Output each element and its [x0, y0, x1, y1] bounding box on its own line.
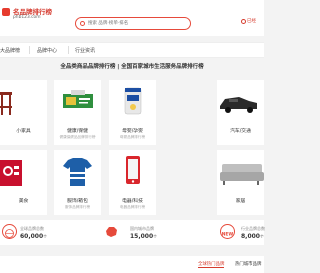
card-title: 母婴/孕婴: [122, 129, 143, 134]
stats-bar: 全球品牌总数 60,000个 国内城市品牌 15,000个 NEW 行业品牌总数…: [0, 220, 265, 245]
card-title: 服饰/箱包: [67, 199, 88, 204]
stat-value: 60,000个: [20, 233, 47, 240]
card-title: 家居: [235, 199, 246, 204]
card-subtitle: 服饰品牌排行榜: [64, 205, 91, 209]
card-title: 健康/保健: [67, 129, 88, 134]
card-title: 电器/科技: [122, 199, 143, 204]
stat-label: 全球品牌总数: [20, 226, 44, 231]
health-product-icon: [63, 90, 93, 108]
nav-item-brand-rank[interactable]: 大品牌榜: [0, 47, 20, 54]
category-card-auto[interactable]: 汽车/交通: [217, 80, 264, 145]
globe-icon: [2, 224, 17, 239]
food-brand-icon: [0, 160, 22, 186]
category-card-baby[interactable]: 母婴/孕婴 母婴品牌排行榜: [109, 80, 156, 145]
card-subtitle: 电器品牌排行榜: [119, 205, 146, 209]
search-input[interactable]: [88, 19, 178, 28]
category-card-furniture[interactable]: 小家具: [0, 80, 47, 145]
stat-value: 8,000个: [241, 233, 264, 240]
new-badge-icon: NEW: [220, 224, 235, 239]
nav-item-brand-center[interactable]: 品牌中心: [37, 47, 57, 54]
card-title: 汽车/交通: [230, 129, 251, 134]
nav-divider: [68, 46, 69, 54]
card-subtitle: 健康保健品品牌排行榜: [59, 135, 96, 139]
section-headline: 全品类商品品牌排行榜 | 全国百家城市生活服务品牌排行榜: [60, 64, 204, 70]
milk-powder-icon: [124, 87, 142, 115]
logo-icon[interactable]: [2, 8, 10, 16]
nav-item-news[interactable]: 行业资讯: [75, 47, 95, 54]
car-icon: [220, 97, 257, 113]
stat-label: 国内城市品牌: [130, 226, 154, 231]
sofa-icon: [220, 164, 264, 185]
card-subtitle: 母婴品牌排行榜: [119, 135, 146, 139]
chair-icon: [0, 92, 12, 115]
category-card-health[interactable]: 健康/保健 健康保健品品牌排行榜: [54, 80, 101, 145]
top-header: 名品牌排行榜 phb123.com 已经: [0, 0, 264, 36]
tab-global-brands[interactable]: 全球热门品牌: [198, 261, 225, 268]
logo-url: phb123.com: [13, 15, 41, 20]
card-title: 美食: [18, 199, 29, 204]
card-title: 小家具: [16, 129, 31, 134]
stat-label: 行业品牌总数: [241, 226, 265, 231]
category-card-home[interactable]: 家居: [217, 150, 264, 215]
search-icon[interactable]: [80, 20, 85, 26]
category-card-electronics[interactable]: 电器/科技 电器品牌排行榜: [109, 150, 156, 215]
main-nav: 大品牌榜 品牌中心 行业资讯: [0, 42, 264, 58]
tab-city-brands[interactable]: 热门城市品牌: [235, 261, 261, 267]
tshirt-icon: [63, 158, 92, 186]
category-card-food[interactable]: 美食: [0, 150, 47, 215]
svg-text:NEW: NEW: [222, 232, 234, 238]
footer-tabs: 全球热门品牌 热门城市品牌: [0, 256, 264, 273]
china-map-icon: [104, 224, 119, 239]
search-box[interactable]: [75, 17, 191, 30]
user-icon[interactable]: [241, 19, 246, 24]
stat-value: 15,000个: [130, 233, 157, 240]
category-card-apparel[interactable]: 服饰/箱包 服饰品牌排行榜: [54, 150, 101, 215]
nav-divider: [29, 46, 30, 54]
phone-icon: [126, 156, 140, 184]
login-link[interactable]: 已经: [247, 18, 256, 24]
